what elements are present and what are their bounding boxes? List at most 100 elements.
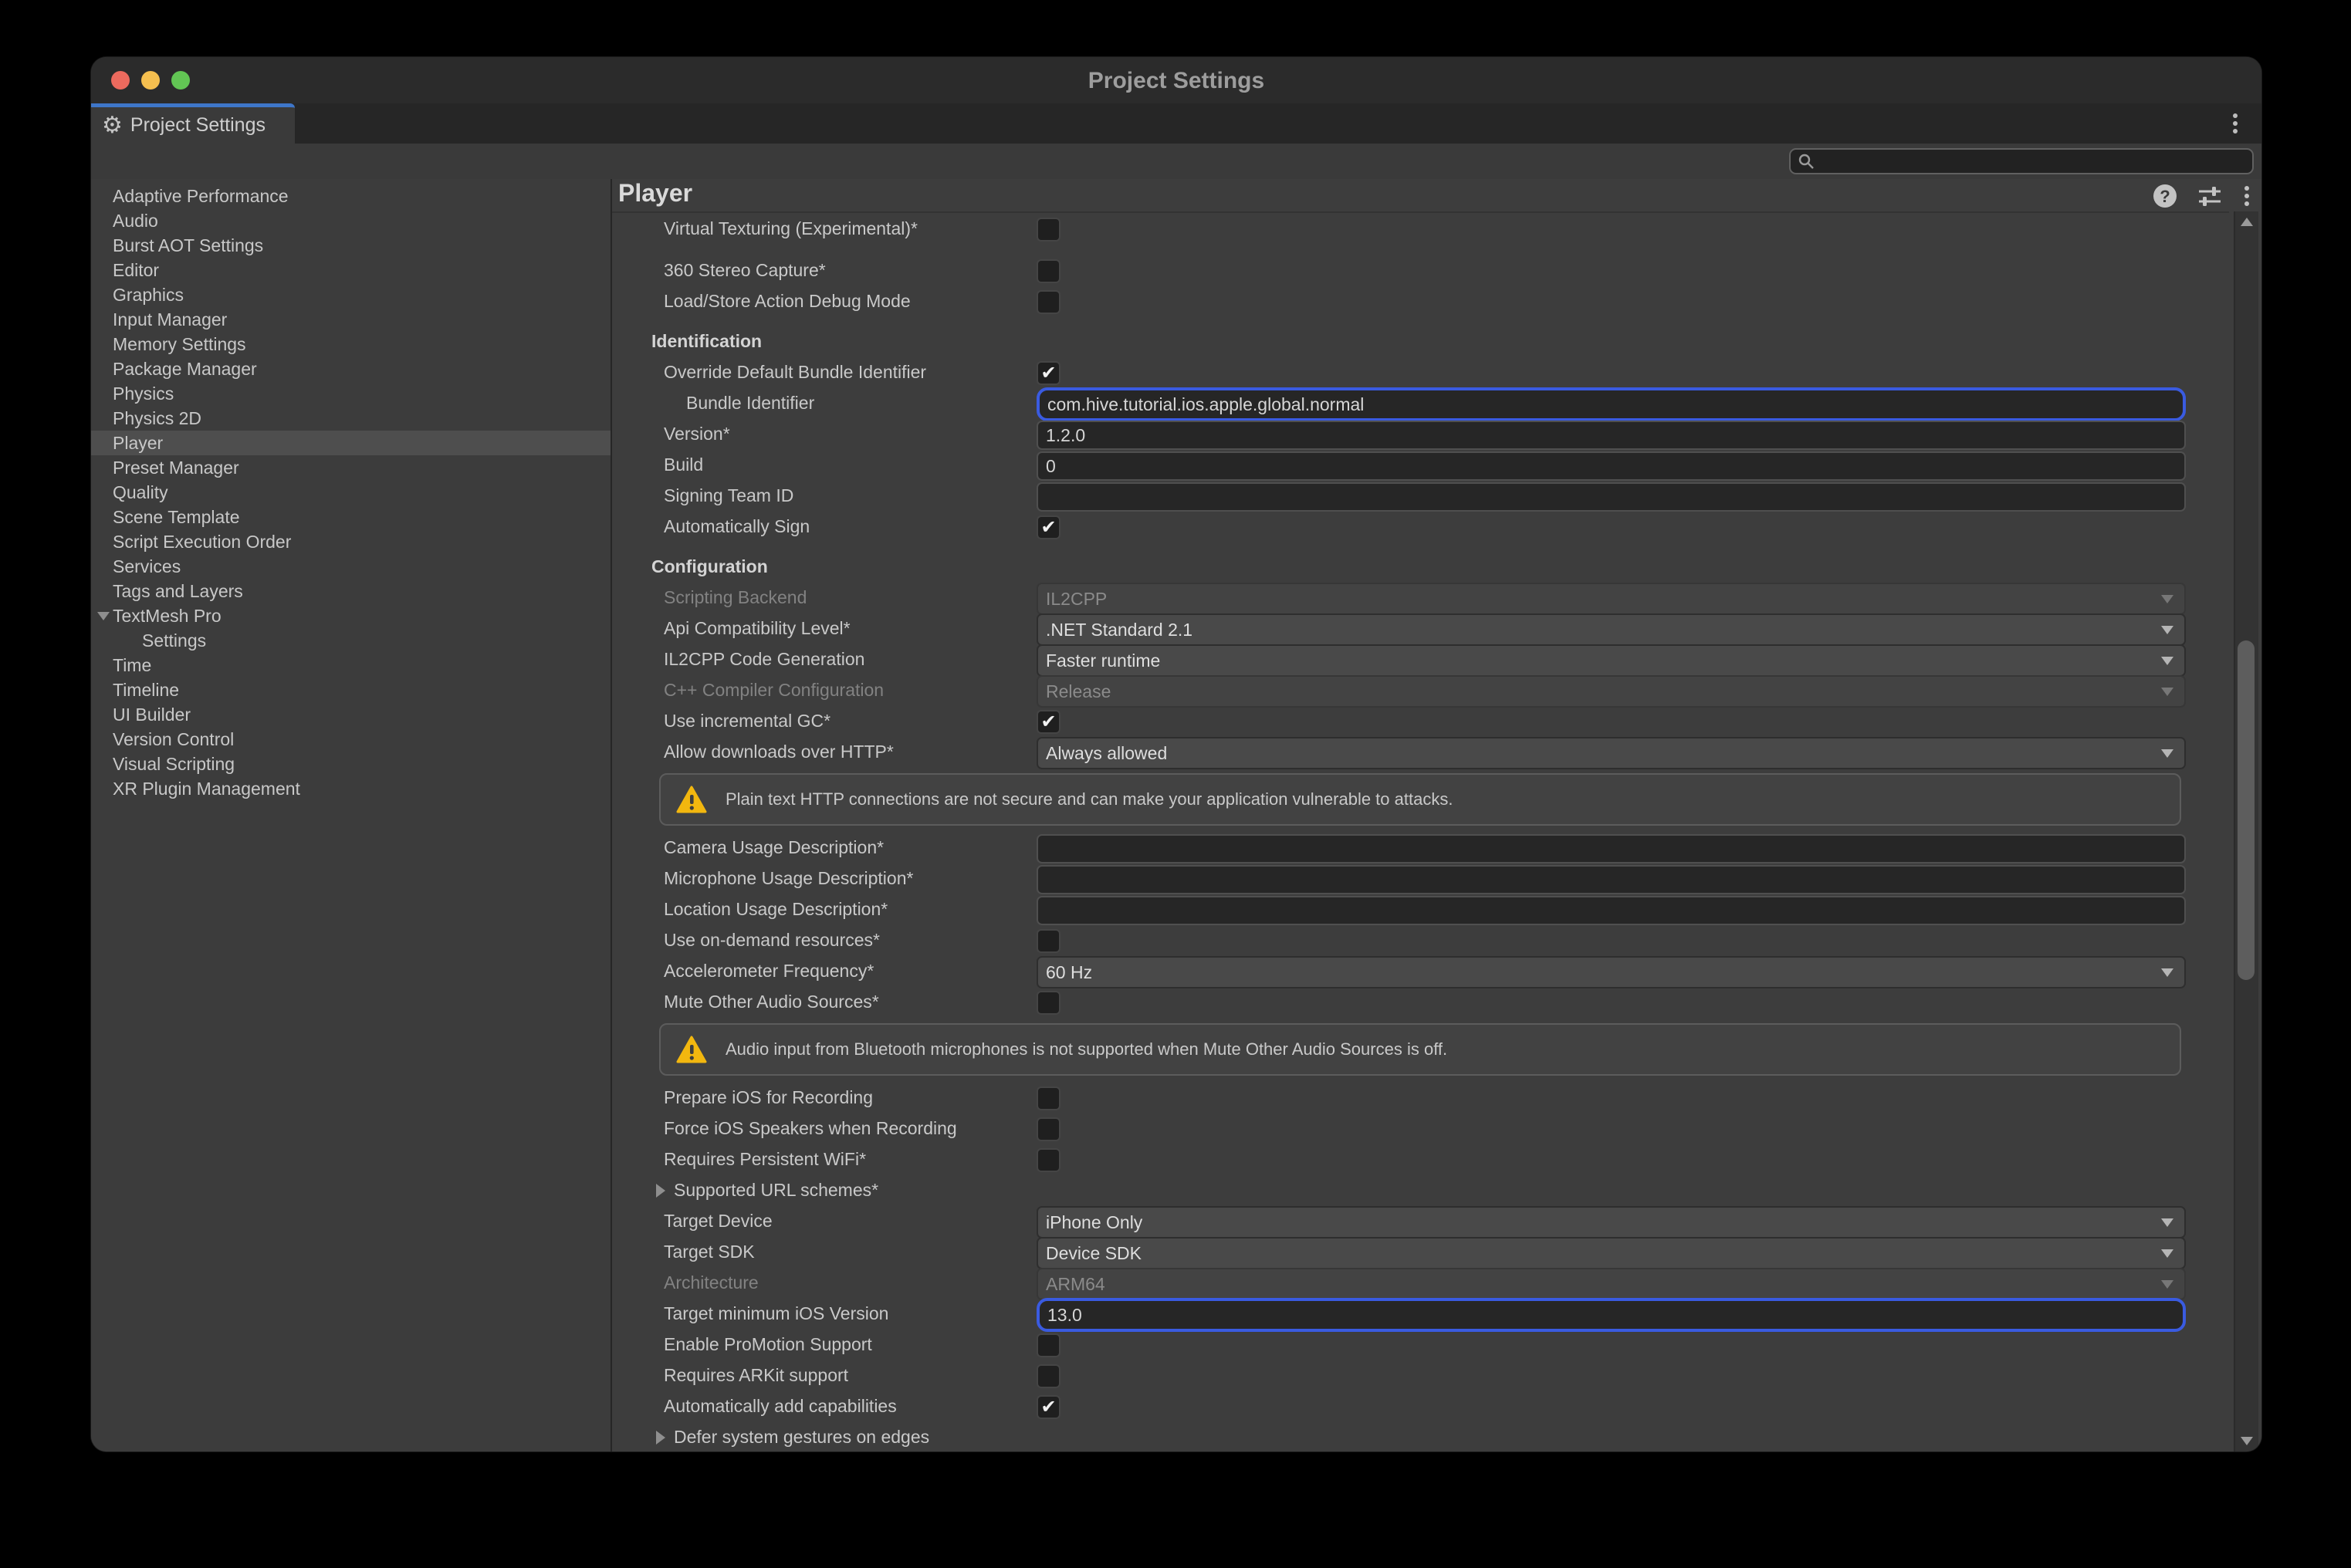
more-icon[interactable] [2243,184,2251,208]
settings-row-version[interactable]: Version* [612,418,2229,449]
checkbox-force-ios-speakers-when-recording[interactable] [1037,1117,1060,1141]
sidebar-item-tags-and-layers[interactable]: Tags and Layers [91,579,611,603]
scroll-down-icon[interactable] [2241,1437,2253,1445]
settings-row-prepare-ios-for-recording[interactable]: Prepare iOS for Recording [612,1082,2229,1113]
text-field-version[interactable] [1037,421,2186,450]
sidebar-item-scene-template[interactable]: Scene Template [91,505,611,529]
sidebar-item-editor[interactable]: Editor [91,258,611,282]
input-signing-team-id[interactable] [1038,487,2184,508]
sidebar-item-version-control[interactable]: Version Control [91,727,611,752]
input-bundle-identifier[interactable] [1040,394,2183,415]
sidebar-item-preset-manager[interactable]: Preset Manager [91,455,611,480]
text-field-location-usage-description[interactable] [1037,896,2186,925]
sidebar-item-script-execution-order[interactable]: Script Execution Order [91,529,611,554]
settings-row-enable-promotion-support[interactable]: Enable ProMotion Support [612,1329,2229,1360]
settings-row-accelerometer-frequency[interactable]: Accelerometer Frequency*60 Hz [612,955,2229,986]
tab-bar-more-icon[interactable] [2223,111,2248,136]
scrollbar-thumb[interactable] [2238,640,2255,980]
input-version[interactable] [1038,425,2184,446]
sidebar-item-visual-scripting[interactable]: Visual Scripting [91,752,611,776]
checkbox-prepare-ios-for-recording[interactable] [1037,1086,1060,1110]
checkbox-load-store-action-debug-mode[interactable] [1037,290,1060,314]
settings-row-c-compiler-configuration[interactable]: C++ Compiler ConfigurationRelease [612,674,2229,705]
sidebar-item-input-manager[interactable]: Input Manager [91,307,611,332]
settings-row-virtual-texturing-experimental[interactable]: Virtual Texturing (Experimental)* [612,213,2229,244]
settings-row-location-usage-description[interactable]: Location Usage Description* [612,894,2229,924]
search-box[interactable] [1789,148,2254,174]
checkbox-requires-arkit-support[interactable] [1037,1364,1060,1388]
checkbox-automatically-sign[interactable]: ✔ [1037,515,1060,539]
expand-arrow-icon[interactable] [97,612,110,620]
settings-row-supported-url-schemes[interactable]: Supported URL schemes* [612,1174,2229,1205]
settings-row-requires-persistent-wifi[interactable]: Requires Persistent WiFi* [612,1144,2229,1174]
tab-project-settings[interactable]: ⚙ Project Settings [91,103,295,144]
settings-row-use-on-demand-resources[interactable]: Use on-demand resources* [612,924,2229,955]
dropdown-allow-downloads-over-http[interactable]: Always allowed [1037,737,2186,769]
sidebar-item-quality[interactable]: Quality [91,480,611,505]
settings-row-il2cpp-code-generation[interactable]: IL2CPP Code GenerationFaster runtime [612,644,2229,674]
settings-row-build[interactable]: Build [612,449,2229,480]
settings-row-force-ios-speakers-when-recording[interactable]: Force iOS Speakers when Recording [612,1113,2229,1144]
help-icon[interactable]: ? [2153,184,2177,208]
settings-row-360-stereo-capture[interactable]: 360 Stereo Capture* [612,255,2229,286]
search-input[interactable] [1815,150,2235,172]
checkbox-virtual-texturing-experimental[interactable] [1037,218,1060,242]
settings-row-allow-downloads-over-http[interactable]: Allow downloads over HTTP*Always allowed [612,736,2229,767]
sidebar-item-time[interactable]: Time [91,653,611,678]
sidebar-item-settings[interactable]: Settings [91,628,611,653]
sidebar-item-ui-builder[interactable]: UI Builder [91,702,611,727]
checkbox-automatically-add-capabilities[interactable]: ✔ [1037,1395,1060,1419]
settings-row-microphone-usage-description[interactable]: Microphone Usage Description* [612,863,2229,894]
presets-icon[interactable] [2197,184,2223,208]
dropdown-target-sdk[interactable]: Device SDK [1037,1237,2186,1269]
settings-row-automatically-add-capabilities[interactable]: Automatically add capabilities✔ [612,1391,2229,1421]
sidebar-item-burst-aot-settings[interactable]: Burst AOT Settings [91,233,611,258]
settings-row-mute-other-audio-sources[interactable]: Mute Other Audio Sources* [612,986,2229,1017]
scroll-up-icon[interactable] [2241,218,2253,226]
text-field-signing-team-id[interactable] [1037,482,2186,512]
settings-row-override-default-bundle-identifier[interactable]: Override Default Bundle Identifier✔ [612,357,2229,387]
input-target-minimum-ios-version[interactable] [1040,1305,2183,1326]
checkbox-override-default-bundle-identifier[interactable]: ✔ [1037,361,1060,385]
settings-row-api-compatibility-level[interactable]: Api Compatibility Level*.NET Standard 2.… [612,613,2229,644]
text-field-microphone-usage-description[interactable] [1037,865,2186,894]
settings-row-target-device[interactable]: Target DeviceiPhone Only [612,1205,2229,1236]
settings-row-use-incremental-gc[interactable]: Use incremental GC*✔ [612,705,2229,736]
text-field-build[interactable] [1037,451,2186,481]
sidebar-item-xr-plugin-management[interactable]: XR Plugin Management [91,776,611,801]
sidebar-item-physics[interactable]: Physics [91,381,611,406]
dropdown-api-compatibility-level[interactable]: .NET Standard 2.1 [1037,613,2186,646]
checkbox-use-incremental-gc[interactable]: ✔ [1037,710,1060,734]
dropdown-target-device[interactable]: iPhone Only [1037,1206,2186,1239]
checkbox-mute-other-audio-sources[interactable] [1037,991,1060,1015]
sidebar-item-player[interactable]: Player [91,431,611,455]
input-camera-usage-description[interactable] [1038,839,2184,860]
input-build[interactable] [1038,456,2184,477]
settings-row-signing-team-id[interactable]: Signing Team ID [612,480,2229,511]
settings-row-target-sdk[interactable]: Target SDKDevice SDK [612,1236,2229,1267]
sidebar-item-services[interactable]: Services [91,554,611,579]
settings-row-scripting-backend[interactable]: Scripting BackendIL2CPP [612,582,2229,613]
text-field-target-minimum-ios-version[interactable] [1037,1298,2186,1332]
checkbox-360-stereo-capture[interactable] [1037,259,1060,283]
text-field-bundle-identifier[interactable] [1037,387,2186,421]
sidebar-item-package-manager[interactable]: Package Manager [91,357,611,381]
sidebar-item-memory-settings[interactable]: Memory Settings [91,332,611,357]
dropdown-il2cpp-code-generation[interactable]: Faster runtime [1037,644,2186,677]
dropdown-accelerometer-frequency[interactable]: 60 Hz [1037,956,2186,988]
settings-row-architecture[interactable]: ArchitectureARM64 [612,1267,2229,1298]
input-location-usage-description[interactable] [1038,901,2184,921]
collapse-arrow-icon[interactable] [656,1184,665,1198]
checkbox-enable-promotion-support[interactable] [1037,1333,1060,1357]
checkbox-use-on-demand-resources[interactable] [1037,929,1060,953]
settings-row-defer-system-gestures-on-edges[interactable]: Defer system gestures on edges [612,1421,2229,1451]
text-field-camera-usage-description[interactable] [1037,834,2186,863]
settings-row-automatically-sign[interactable]: Automatically Sign✔ [612,511,2229,542]
sidebar-item-graphics[interactable]: Graphics [91,282,611,307]
checkbox-requires-persistent-wifi[interactable] [1037,1148,1060,1172]
sidebar-item-adaptive-performance[interactable]: Adaptive Performance [91,184,611,208]
input-microphone-usage-description[interactable] [1038,870,2184,890]
collapse-arrow-icon[interactable] [656,1431,665,1445]
settings-row-load-store-action-debug-mode[interactable]: Load/Store Action Debug Mode [612,286,2229,316]
settings-row-target-minimum-ios-version[interactable]: Target minimum iOS Version [612,1298,2229,1329]
